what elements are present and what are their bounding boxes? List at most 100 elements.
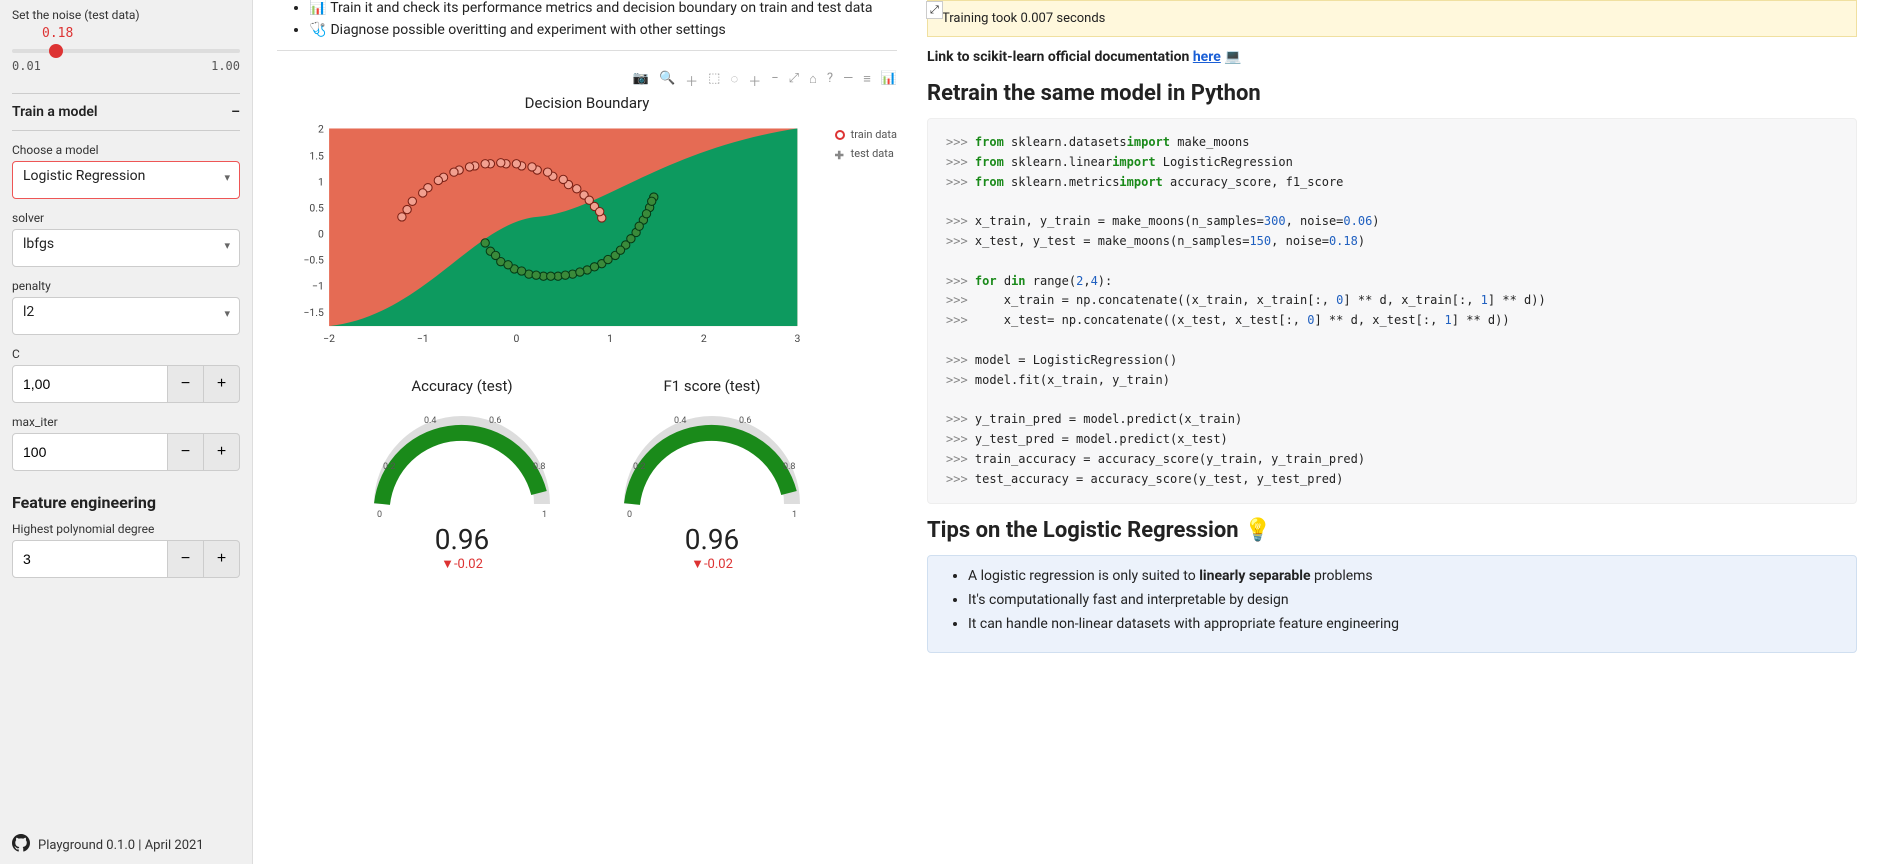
noise-slider[interactable]: [12, 49, 240, 53]
maxiter-stepper: − +: [12, 433, 240, 471]
expand-icon[interactable]: ⤢: [926, 1, 943, 19]
list-item: 📊 Train it and check its performance met…: [309, 0, 897, 16]
cross-marker-icon: ✚: [835, 149, 845, 159]
autoscale-icon[interactable]: ⤢: [789, 71, 799, 90]
poly-stepper: − +: [12, 540, 240, 578]
pan-icon[interactable]: ＋: [685, 71, 698, 90]
github-icon[interactable]: [12, 834, 30, 856]
main: 📊 Train it and check its performance met…: [253, 0, 1881, 864]
svg-text:0.8: 0.8: [783, 462, 796, 472]
svg-text:0: 0: [318, 228, 324, 241]
svg-text:−2: −2: [323, 332, 335, 345]
c-plus-button[interactable]: +: [204, 365, 240, 403]
noise-slider-group: Set the noise (test data) 0.18 0.01 1.00: [12, 8, 240, 73]
stethoscope-icon: 🩺: [309, 22, 327, 38]
maxiter-plus-button[interactable]: +: [204, 433, 240, 471]
tip-item: It's computationally fast and interpreta…: [968, 592, 1840, 608]
noise-min: 0.01: [12, 59, 41, 73]
svg-text:3: 3: [795, 332, 801, 345]
svg-text:1: 1: [792, 510, 797, 519]
zoomout-icon[interactable]: −: [771, 71, 778, 90]
gauge-delta: ▼-0.02: [357, 556, 567, 572]
box-select-icon[interactable]: ⬚: [708, 71, 720, 90]
list-item: 🩺 Diagnose possible overitting and exper…: [309, 22, 897, 38]
gauge-delta: ▼-0.02: [607, 556, 817, 572]
reset-icon[interactable]: ⌂: [809, 71, 817, 90]
plotly-logo-icon[interactable]: 📊: [881, 71, 897, 90]
zoom-icon[interactable]: 🔍: [659, 71, 675, 90]
poly-plus-button[interactable]: +: [204, 540, 240, 578]
maxiter-input[interactable]: [12, 433, 168, 471]
svg-text:0: 0: [627, 510, 632, 519]
svg-text:0.4: 0.4: [674, 416, 687, 426]
solver-label: solver: [12, 211, 240, 225]
svg-text:1: 1: [318, 176, 324, 189]
noise-value: 0.18: [42, 26, 240, 41]
maxiter-label: max_iter: [12, 415, 240, 429]
sidebar-footer: Playground 0.1.0 | April 2021: [12, 814, 240, 856]
feature-eng-section: Feature engineering: [12, 483, 240, 522]
banner-text: Training took 0.007 seconds: [942, 11, 1105, 26]
retrain-heading: Retrain the same model in Python: [927, 81, 1857, 106]
penalty-label: penalty: [12, 279, 240, 293]
c-label: C: [12, 347, 240, 361]
svg-text:0.5: 0.5: [309, 202, 324, 215]
chart-svg: 21.510.50−0.5−1−1.5 −2−10123: [277, 118, 829, 357]
gauges: Accuracy (test) 0 0.2 0.4 0.6 0.8 1: [277, 377, 897, 572]
legend-train[interactable]: train data: [835, 128, 897, 141]
hover-icon[interactable]: —: [843, 71, 853, 90]
gauge-svg: 0 0.2 0.4 0.6 0.8 1: [357, 399, 567, 519]
chart-legend: train data ✚test data: [835, 118, 897, 166]
svg-text:−0.5: −0.5: [303, 254, 324, 267]
choose-model-label: Choose a model: [12, 143, 240, 157]
svg-text:1: 1: [607, 332, 613, 345]
noise-label: Set the noise (test data): [12, 8, 240, 22]
footer-text: Playground 0.1.0 | April 2021: [38, 838, 204, 853]
poly-minus-button[interactable]: −: [168, 540, 204, 578]
svg-text:1: 1: [542, 510, 547, 519]
svg-text:0.6: 0.6: [489, 416, 502, 426]
svg-text:0.2: 0.2: [633, 462, 646, 472]
c-minus-button[interactable]: −: [168, 365, 204, 403]
model-select[interactable]: Logistic Regression: [12, 161, 240, 199]
svg-text:0.6: 0.6: [739, 416, 752, 426]
svg-text:2: 2: [318, 123, 324, 136]
c-input[interactable]: [12, 365, 168, 403]
poly-label: Highest polynomial degree: [12, 522, 240, 536]
svg-text:0: 0: [513, 332, 519, 345]
code-block: >>> from sklearn.datasetsimport make_moo…: [927, 118, 1857, 504]
gauge-value: 0.96: [607, 523, 817, 556]
collapse-icon: –: [231, 104, 240, 120]
camera-icon[interactable]: 📷: [633, 71, 649, 90]
chart-icon: 📊: [309, 0, 327, 16]
maxiter-minus-button[interactable]: −: [168, 433, 204, 471]
laptop-icon: 💻: [1224, 49, 1241, 65]
tip-item: It can handle non-linear datasets with a…: [968, 616, 1840, 632]
decision-boundary-chart[interactable]: Decision Boundary: [277, 94, 897, 357]
chart-title: Decision Boundary: [277, 94, 897, 112]
zoomin-icon[interactable]: ＋: [748, 71, 761, 90]
doc-link[interactable]: here: [1193, 49, 1221, 65]
sidebar: Set the noise (test data) 0.18 0.01 1.00…: [0, 0, 253, 864]
svg-text:−1.5: −1.5: [303, 306, 324, 319]
svg-text:1.5: 1.5: [309, 150, 324, 163]
svg-text:0.2: 0.2: [383, 462, 396, 472]
gauge-svg: 0 0.2 0.4 0.6 0.8 1: [607, 399, 817, 519]
training-banner: ⤢ Training took 0.007 seconds: [927, 0, 1857, 37]
lasso-icon[interactable]: ◌: [730, 71, 738, 90]
penalty-select[interactable]: l2: [12, 297, 240, 335]
solver-select[interactable]: lbfgs: [12, 229, 240, 267]
compare-icon[interactable]: ≡: [863, 71, 871, 90]
svg-text:2: 2: [701, 332, 707, 345]
train-model-section[interactable]: Train a model –: [12, 93, 240, 131]
poly-input[interactable]: [12, 540, 168, 578]
instructions-list: 📊 Train it and check its performance met…: [277, 0, 897, 38]
tips-heading: Tips on the Logistic Regression 💡: [927, 518, 1857, 543]
gauge-value: 0.96: [357, 523, 567, 556]
spike-icon[interactable]: ?: [827, 71, 833, 90]
plotly-toolbar: 📷 🔍 ＋ ⬚ ◌ ＋ − ⤢ ⌂ ? — ≡ 📊: [277, 71, 897, 90]
svg-text:0.4: 0.4: [424, 416, 437, 426]
circle-marker-icon: [835, 130, 845, 140]
noise-max: 1.00: [211, 59, 240, 73]
legend-test[interactable]: ✚test data: [835, 147, 897, 160]
